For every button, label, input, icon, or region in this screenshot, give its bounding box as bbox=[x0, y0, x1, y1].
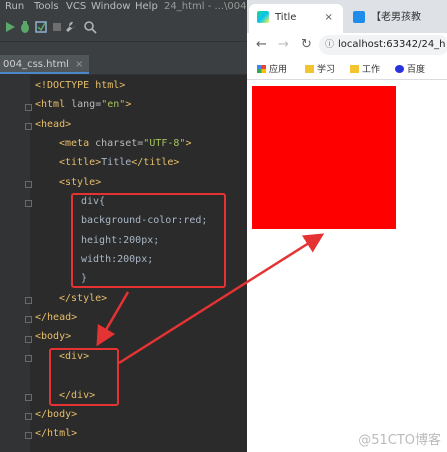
code-line: <title>Title</title> bbox=[59, 157, 180, 168]
bookmarks-bar: 应用 学习 工作 百度 bbox=[247, 57, 447, 80]
forward-arrow-icon[interactable]: → bbox=[278, 37, 289, 52]
code-line: </head> bbox=[35, 312, 78, 323]
browser-tab-strip: Title × 【老男孩教 bbox=[247, 0, 447, 33]
bookmark-study[interactable]: 学习 bbox=[305, 62, 335, 75]
bookmark-apps[interactable]: 应用 bbox=[257, 62, 287, 75]
project-title: 24_html - ...\004 bbox=[164, 1, 247, 12]
stop-icon[interactable] bbox=[50, 20, 64, 34]
code-line: <meta charset="UTF-8"> bbox=[59, 138, 192, 149]
code-line: <html lang="en"> bbox=[35, 99, 132, 110]
editor-tab-bar: 004_css.html × bbox=[0, 42, 247, 75]
browser-tab-label: 【老男孩教 bbox=[371, 12, 421, 23]
browser-tab-title[interactable]: Title × bbox=[249, 4, 343, 33]
webstorm-favicon-icon bbox=[257, 11, 269, 23]
run-icon[interactable] bbox=[3, 20, 17, 34]
bookmark-baidu[interactable]: 百度 bbox=[395, 62, 425, 75]
tab-004-css-html[interactable]: 004_css.html × bbox=[0, 55, 90, 74]
close-icon[interactable]: × bbox=[324, 12, 332, 23]
menu-run[interactable]: Run bbox=[5, 1, 24, 12]
code-line: <!DOCTYPE html> bbox=[35, 80, 126, 91]
baidu-paw-icon bbox=[395, 65, 404, 73]
page-favicon-icon bbox=[353, 11, 365, 23]
ide-toolbar bbox=[0, 15, 247, 42]
bookmark-work[interactable]: 工作 bbox=[350, 62, 380, 75]
tab-label: 004_css.html bbox=[3, 59, 69, 70]
rendered-red-div bbox=[252, 86, 396, 229]
code-line: </html> bbox=[35, 428, 78, 439]
wrench-icon[interactable] bbox=[63, 20, 77, 34]
code-line: <style> bbox=[59, 177, 102, 188]
page-content bbox=[247, 80, 447, 452]
css-rule-highlight-box bbox=[71, 193, 226, 288]
menu-vcs[interactable]: VCS bbox=[66, 1, 86, 12]
code-line: </style> bbox=[59, 293, 108, 304]
menu-bar: Run Tools VCS Window Help 24_html - ...\… bbox=[0, 0, 247, 15]
browser-nav-bar: ← → ↻ ⓘ localhost:63342/24_h bbox=[247, 33, 447, 57]
address-bar[interactable]: ⓘ localhost:63342/24_h bbox=[319, 35, 447, 55]
code-line: <body> bbox=[35, 331, 72, 342]
menu-window[interactable]: Window bbox=[91, 1, 130, 12]
address-text: localhost:63342/24_h bbox=[338, 39, 446, 50]
div-element-highlight-box bbox=[49, 348, 119, 406]
reload-icon[interactable]: ↻ bbox=[301, 37, 312, 52]
apps-grid-icon bbox=[257, 65, 266, 73]
browser-tab-label: Title bbox=[275, 12, 297, 23]
browser-tab-other[interactable]: 【老男孩教 bbox=[347, 4, 447, 33]
code-line: <head> bbox=[35, 119, 72, 130]
menu-tools[interactable]: Tools bbox=[34, 1, 59, 12]
close-icon[interactable]: × bbox=[75, 59, 83, 70]
code-line: </body> bbox=[35, 409, 78, 420]
coverage-icon[interactable] bbox=[34, 20, 48, 34]
ide-window: Run Tools VCS Window Help 24_html - ...\… bbox=[0, 0, 247, 452]
info-icon[interactable]: ⓘ bbox=[325, 40, 334, 50]
watermark: @51CTO博客 bbox=[358, 433, 441, 448]
menu-help[interactable]: Help bbox=[135, 1, 158, 12]
browser-window: Title × 【老男孩教 ← → ↻ ⓘ localhost:63342/24_h… bbox=[247, 0, 447, 452]
folder-icon bbox=[350, 65, 359, 73]
back-arrow-icon[interactable]: ← bbox=[256, 37, 267, 52]
search-icon[interactable] bbox=[83, 20, 97, 34]
debug-icon[interactable] bbox=[18, 20, 32, 34]
folder-icon bbox=[305, 65, 314, 73]
